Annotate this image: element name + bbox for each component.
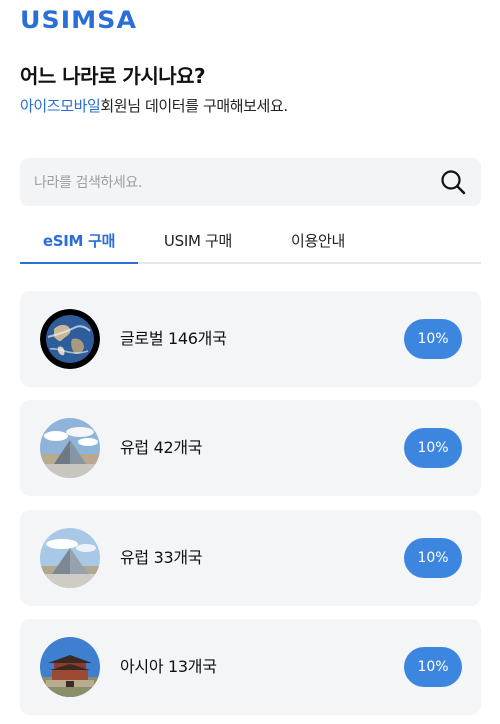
product-name: 아시아 13개국	[120, 657, 217, 676]
palace-gate-image	[40, 637, 100, 697]
subtitle-text: 회원님 데이터를 구매해보세요.	[100, 97, 288, 115]
discount-badge: 10%	[404, 538, 462, 578]
country-search-box[interactable]: 나라를 검색하세요.	[20, 158, 481, 206]
product-card-asia-13[interactable]: 아시아 13개국 10%	[20, 619, 481, 715]
discount-badge: 10%	[404, 428, 462, 468]
partner-brand-name: 아이즈모바일	[20, 97, 101, 115]
louvre-pyramid-image	[40, 418, 100, 478]
product-name: 글로벌 146개국	[120, 329, 227, 348]
tab-guide[interactable]: 이용안내	[264, 220, 372, 264]
product-name: 유럽 42개국	[120, 438, 203, 457]
earth-image	[40, 309, 100, 369]
product-card-global[interactable]: 글로벌 146개국 10%	[20, 291, 481, 387]
search-input[interactable]: 나라를 검색하세요.	[34, 172, 439, 192]
louvre-pyramid-image	[40, 528, 100, 588]
usimsa-logo[interactable]: USIMSA	[20, 6, 137, 34]
purchase-tabs: eSIM 구매 USIM 구매 이용안내	[20, 220, 481, 264]
product-card-europe-33[interactable]: 유럽 33개국 10%	[20, 510, 481, 606]
tab-esim[interactable]: eSIM 구매	[20, 220, 138, 264]
product-card-europe-42[interactable]: 유럽 42개국 10%	[20, 400, 481, 496]
page-subtitle: 아이즈모바일회원님 데이터를 구매해보세요.	[20, 95, 288, 116]
page-title: 어느 나라로 가시나요?	[20, 64, 206, 88]
tab-usim[interactable]: USIM 구매	[150, 220, 246, 264]
discount-badge: 10%	[404, 647, 462, 687]
search-icon[interactable]	[439, 168, 467, 196]
product-name: 유럽 33개국	[120, 548, 203, 567]
active-tab-indicator	[20, 262, 138, 264]
discount-badge: 10%	[404, 319, 462, 359]
